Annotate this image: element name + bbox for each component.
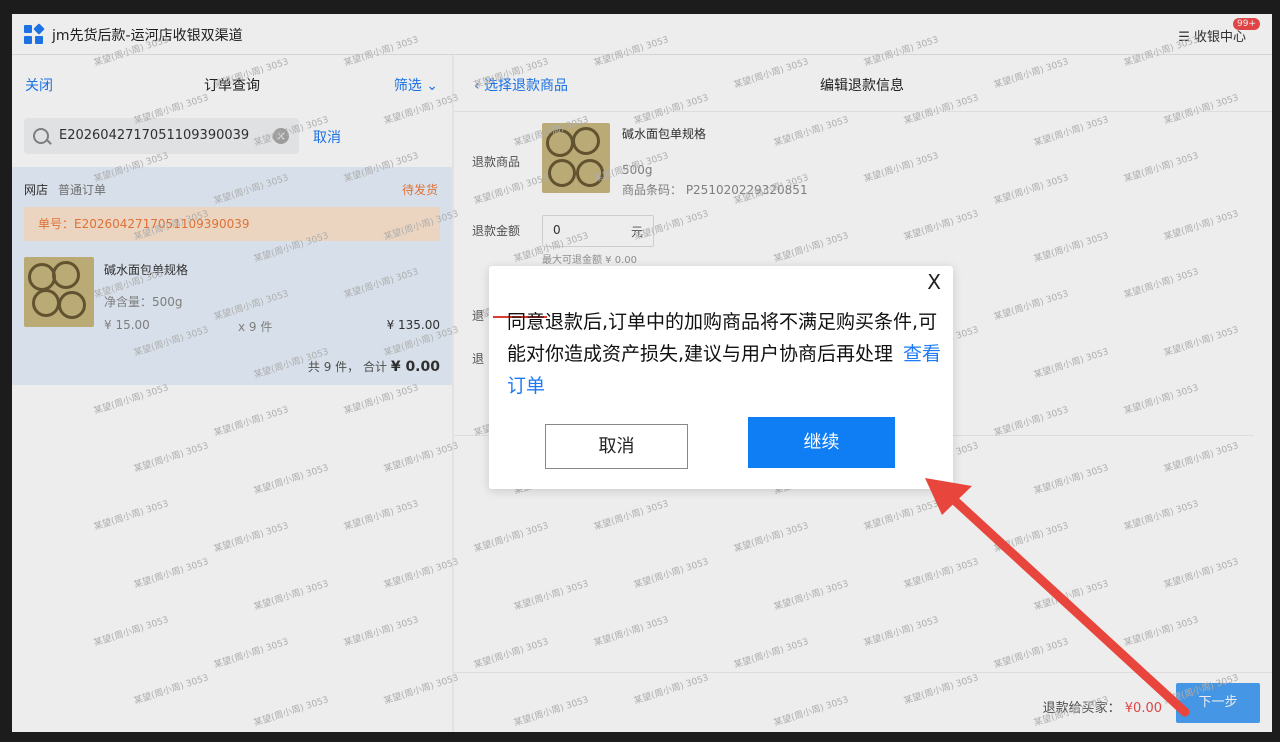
annotation-arrow-shaft bbox=[947, 493, 1190, 717]
annotation-arrow bbox=[925, 478, 1190, 717]
